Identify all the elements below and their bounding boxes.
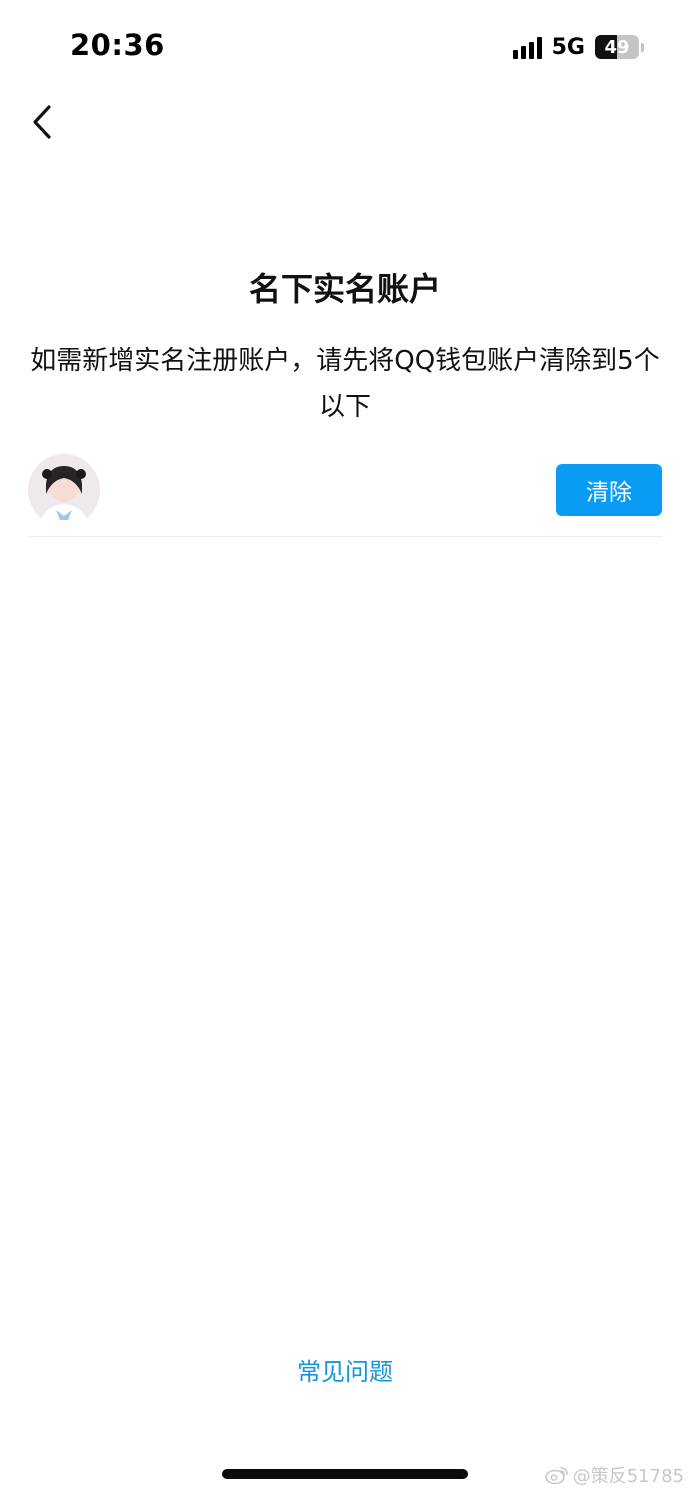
- watermark-text: @策反51785: [572, 1466, 684, 1487]
- user-avatar: [28, 454, 100, 526]
- faq-link[interactable]: 常见问题: [0, 1352, 690, 1387]
- cellular-signal-icon: [512, 35, 542, 59]
- watermark: @策反51785: [544, 1462, 684, 1488]
- page-title: 名下实名账户: [248, 270, 441, 308]
- home-indicator[interactable]: [222, 1469, 468, 1479]
- account-row: 清除: [28, 452, 662, 537]
- battery-percent: 49: [604, 36, 630, 58]
- chevron-left-icon: [33, 105, 51, 139]
- clear-account-button[interactable]: 清除: [556, 464, 662, 516]
- weibo-icon: [544, 1467, 568, 1485]
- status-time: 20:36: [70, 28, 165, 62]
- avatar-image: [28, 454, 100, 526]
- status-indicators: 5G 49: [512, 33, 644, 61]
- back-button[interactable]: [22, 100, 62, 144]
- page-description: 如需新增实名注册账户，请先将QQ钱包账户清除到5个以下: [30, 346, 660, 422]
- network-type: 5G: [551, 34, 585, 60]
- battery-icon: 49: [595, 35, 639, 59]
- battery-cap: [641, 42, 644, 52]
